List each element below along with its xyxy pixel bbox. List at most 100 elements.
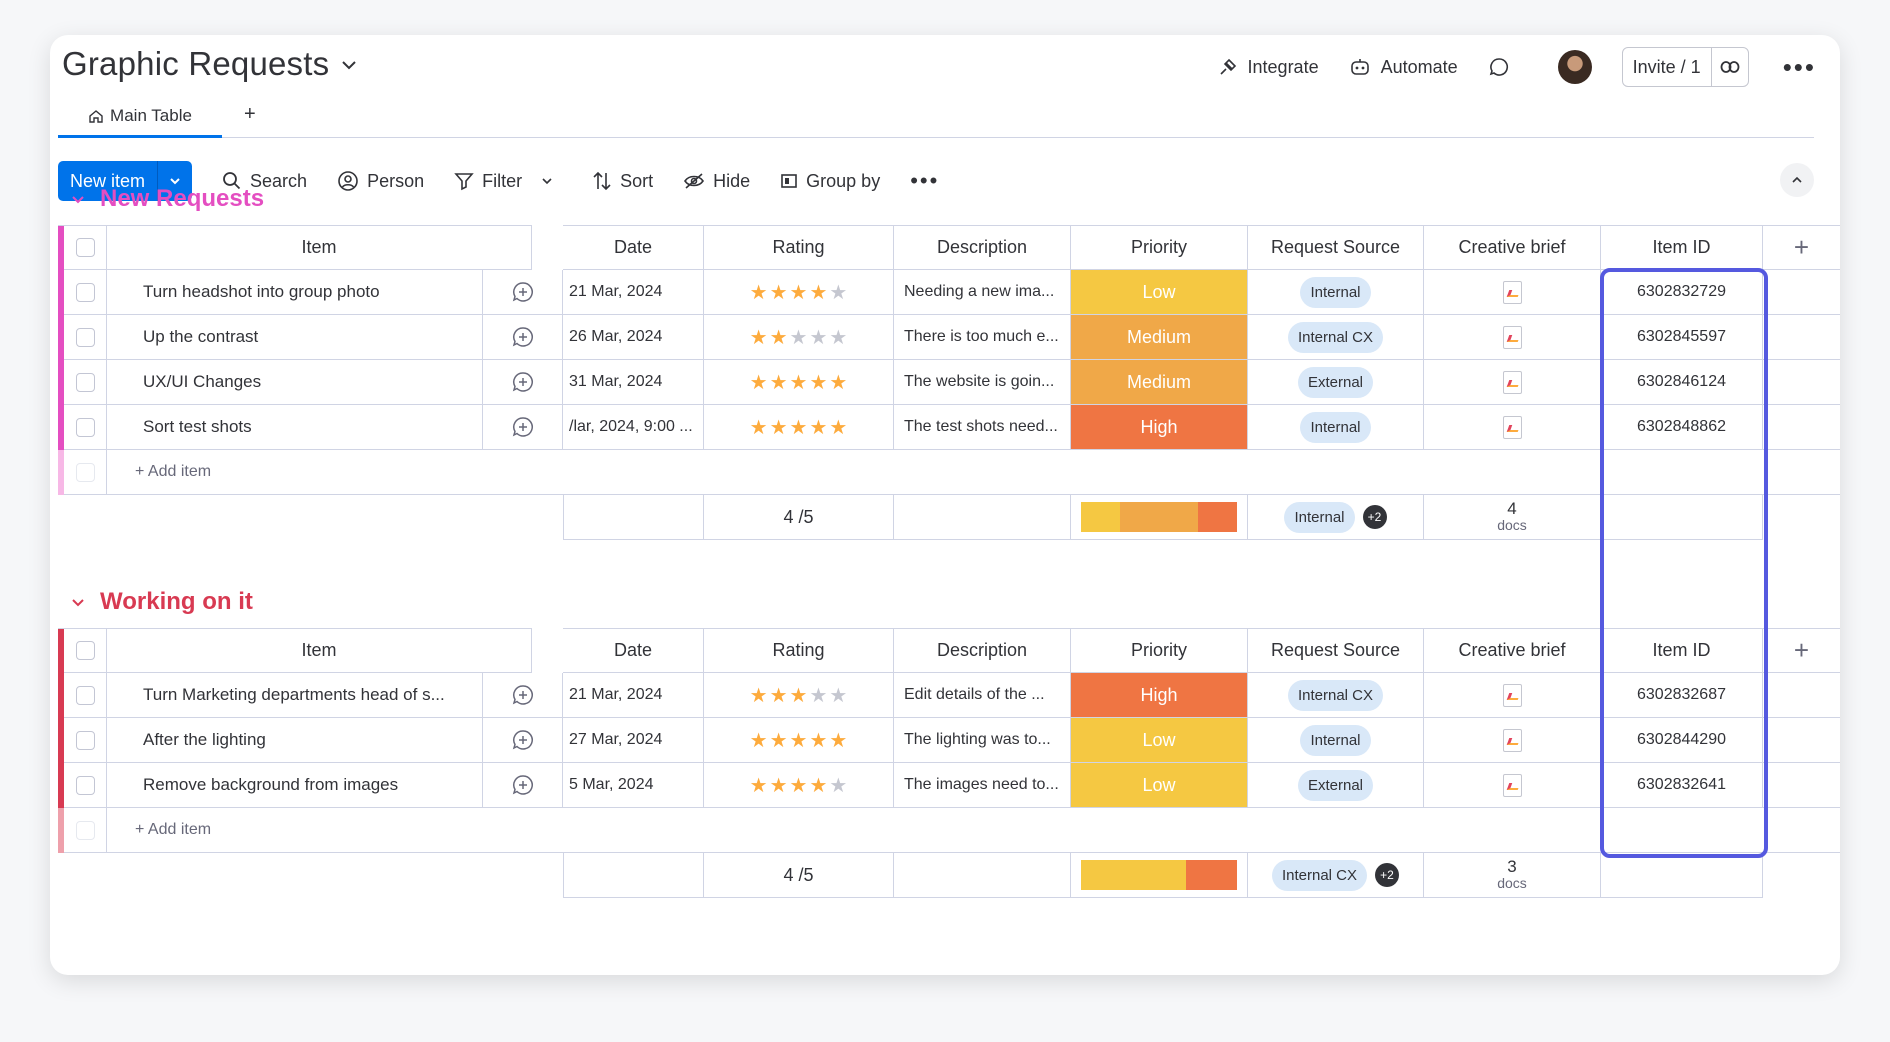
date-cell[interactable]: 27 Mar, 2024	[563, 718, 704, 763]
priority-status[interactable]: Low	[1071, 718, 1248, 763]
select-all-checkbox[interactable]	[64, 225, 107, 270]
star-icon[interactable]: ★	[809, 325, 827, 350]
checkbox[interactable]	[75, 775, 95, 795]
checkbox[interactable]	[75, 238, 95, 257]
description-cell[interactable]: The lighting was to...	[894, 718, 1071, 763]
source-cell[interactable]: External	[1248, 763, 1424, 808]
avatar[interactable]	[1557, 50, 1592, 84]
integrate-button[interactable]: Integrate	[1218, 57, 1319, 78]
column-header-priority[interactable]: Priority	[1071, 628, 1248, 673]
document-icon[interactable]	[1502, 728, 1522, 752]
star-icon[interactable]: ★	[790, 280, 808, 305]
star-icon[interactable]: ★	[770, 370, 788, 395]
row-checkbox-cell[interactable]	[64, 718, 107, 763]
add-update-button[interactable]	[483, 270, 563, 315]
creative-brief-cell[interactable]	[1424, 673, 1601, 718]
checkbox[interactable]	[75, 372, 95, 392]
priority-status[interactable]: Medium	[1071, 360, 1248, 405]
item-name[interactable]: Remove background from images	[107, 763, 483, 808]
star-icon[interactable]: ★	[790, 325, 808, 350]
group-by-button[interactable]: Group by	[780, 171, 880, 192]
add-update-button[interactable]	[483, 763, 563, 808]
star-icon[interactable]: ★	[770, 773, 788, 798]
row-checkbox-cell[interactable]	[64, 270, 107, 315]
column-header-priority[interactable]: Priority	[1071, 225, 1248, 270]
star-icon[interactable]: ★	[790, 683, 808, 708]
star-icon[interactable]: ★	[809, 773, 827, 798]
group-header-new-requests[interactable]: New Requests	[70, 185, 264, 213]
rating-cell[interactable]: ★ ★ ★ ★ ★	[704, 360, 894, 405]
group-title[interactable]: Working on it	[100, 588, 253, 616]
checkbox[interactable]	[75, 730, 95, 750]
add-column-icon[interactable]: +	[1763, 628, 1840, 673]
more-toolbar-icon[interactable]: •••	[910, 168, 939, 194]
row-checkbox-cell[interactable]	[64, 405, 107, 450]
more-count-badge[interactable]: +2	[1362, 505, 1387, 529]
column-header-description[interactable]: Description	[894, 225, 1071, 270]
star-icon[interactable]: ★	[829, 415, 847, 440]
document-icon[interactable]	[1502, 370, 1522, 394]
group-header-working-on-it[interactable]: Working on it	[70, 588, 253, 616]
priority-distribution-bar[interactable]	[1081, 502, 1237, 532]
copy-link-button[interactable]	[1712, 60, 1748, 74]
creative-brief-cell[interactable]	[1424, 763, 1601, 808]
add-update-button[interactable]	[483, 673, 563, 718]
column-header-description[interactable]: Description	[894, 628, 1071, 673]
add-item-row[interactable]: + Add item	[58, 450, 1840, 495]
star-icon[interactable]: ★	[750, 370, 768, 395]
hide-button[interactable]: Hide	[683, 171, 750, 192]
star-icon[interactable]: ★	[770, 683, 788, 708]
creative-brief-cell[interactable]	[1424, 405, 1601, 450]
table-row[interactable]: Remove background from images 5 Mar, 2024…	[58, 763, 1840, 808]
star-icon[interactable]: ★	[809, 415, 827, 440]
filter-button[interactable]: Filter	[454, 171, 562, 192]
add-update-button[interactable]	[483, 718, 563, 763]
table-row[interactable]: Sort test shots/lar, 2024, 9:00 ... ★ ★ ★ ★ ★…	[58, 405, 1840, 450]
priority-distribution-bar[interactable]	[1081, 860, 1237, 890]
description-cell[interactable]: Edit details of the ...	[894, 673, 1071, 718]
checkbox[interactable]	[75, 417, 95, 437]
more-options-icon[interactable]: •••	[1783, 54, 1816, 80]
document-icon[interactable]	[1502, 280, 1522, 304]
date-cell[interactable]: 26 Mar, 2024	[563, 315, 704, 360]
star-icon[interactable]: ★	[809, 280, 827, 305]
checkbox[interactable]	[75, 685, 95, 705]
description-cell[interactable]: There is too much e...	[894, 315, 1071, 360]
item-name[interactable]: Up the contrast	[107, 315, 483, 360]
column-header-rating[interactable]: Rating	[704, 225, 894, 270]
chevron-down-icon[interactable]	[70, 191, 86, 207]
tab-main-table[interactable]: Main Table	[58, 97, 222, 138]
table-row[interactable]: After the lighting 27 Mar, 2024 ★ ★ ★ ★ ★ The l…	[58, 718, 1840, 763]
priority-status[interactable]: High	[1071, 673, 1248, 718]
add-update-button[interactable]	[483, 405, 563, 450]
row-checkbox-cell[interactable]	[64, 673, 107, 718]
item-name[interactable]: Sort test shots	[107, 405, 483, 450]
star-icon[interactable]: ★	[790, 370, 808, 395]
sort-button[interactable]: Sort	[592, 170, 653, 192]
star-icon[interactable]: ★	[790, 415, 808, 440]
star-icon[interactable]: ★	[809, 370, 827, 395]
description-cell[interactable]: The test shots need...	[894, 405, 1071, 450]
date-cell[interactable]: 5 Mar, 2024	[563, 763, 704, 808]
star-icon[interactable]: ★	[750, 325, 768, 350]
creative-brief-cell[interactable]	[1424, 270, 1601, 315]
star-icon[interactable]: ★	[770, 280, 788, 305]
document-icon[interactable]	[1502, 415, 1522, 439]
star-icon[interactable]: ★	[750, 773, 768, 798]
column-header-date[interactable]: Date	[563, 628, 704, 673]
document-icon[interactable]	[1502, 683, 1522, 707]
date-cell[interactable]: /lar, 2024, 9:00 ...	[563, 405, 704, 450]
document-icon[interactable]	[1502, 773, 1522, 797]
source-cell[interactable]: Internal	[1248, 405, 1424, 450]
table-row[interactable]: Up the contrast 26 Mar, 2024 ★ ★ ★ ★ ★ There is…	[58, 315, 1840, 360]
creative-brief-cell[interactable]	[1424, 718, 1601, 763]
column-header-item-id[interactable]: Item ID	[1601, 628, 1763, 673]
add-item-row[interactable]: + Add item	[58, 808, 1840, 853]
star-icon[interactable]: ★	[750, 728, 768, 753]
priority-status[interactable]: Medium	[1071, 315, 1248, 360]
star-icon[interactable]: ★	[829, 325, 847, 350]
star-icon[interactable]: ★	[829, 280, 847, 305]
column-header-request-source[interactable]: Request Source	[1248, 225, 1424, 270]
add-item-input[interactable]: + Add item	[107, 808, 1840, 853]
star-icon[interactable]: ★	[829, 683, 847, 708]
